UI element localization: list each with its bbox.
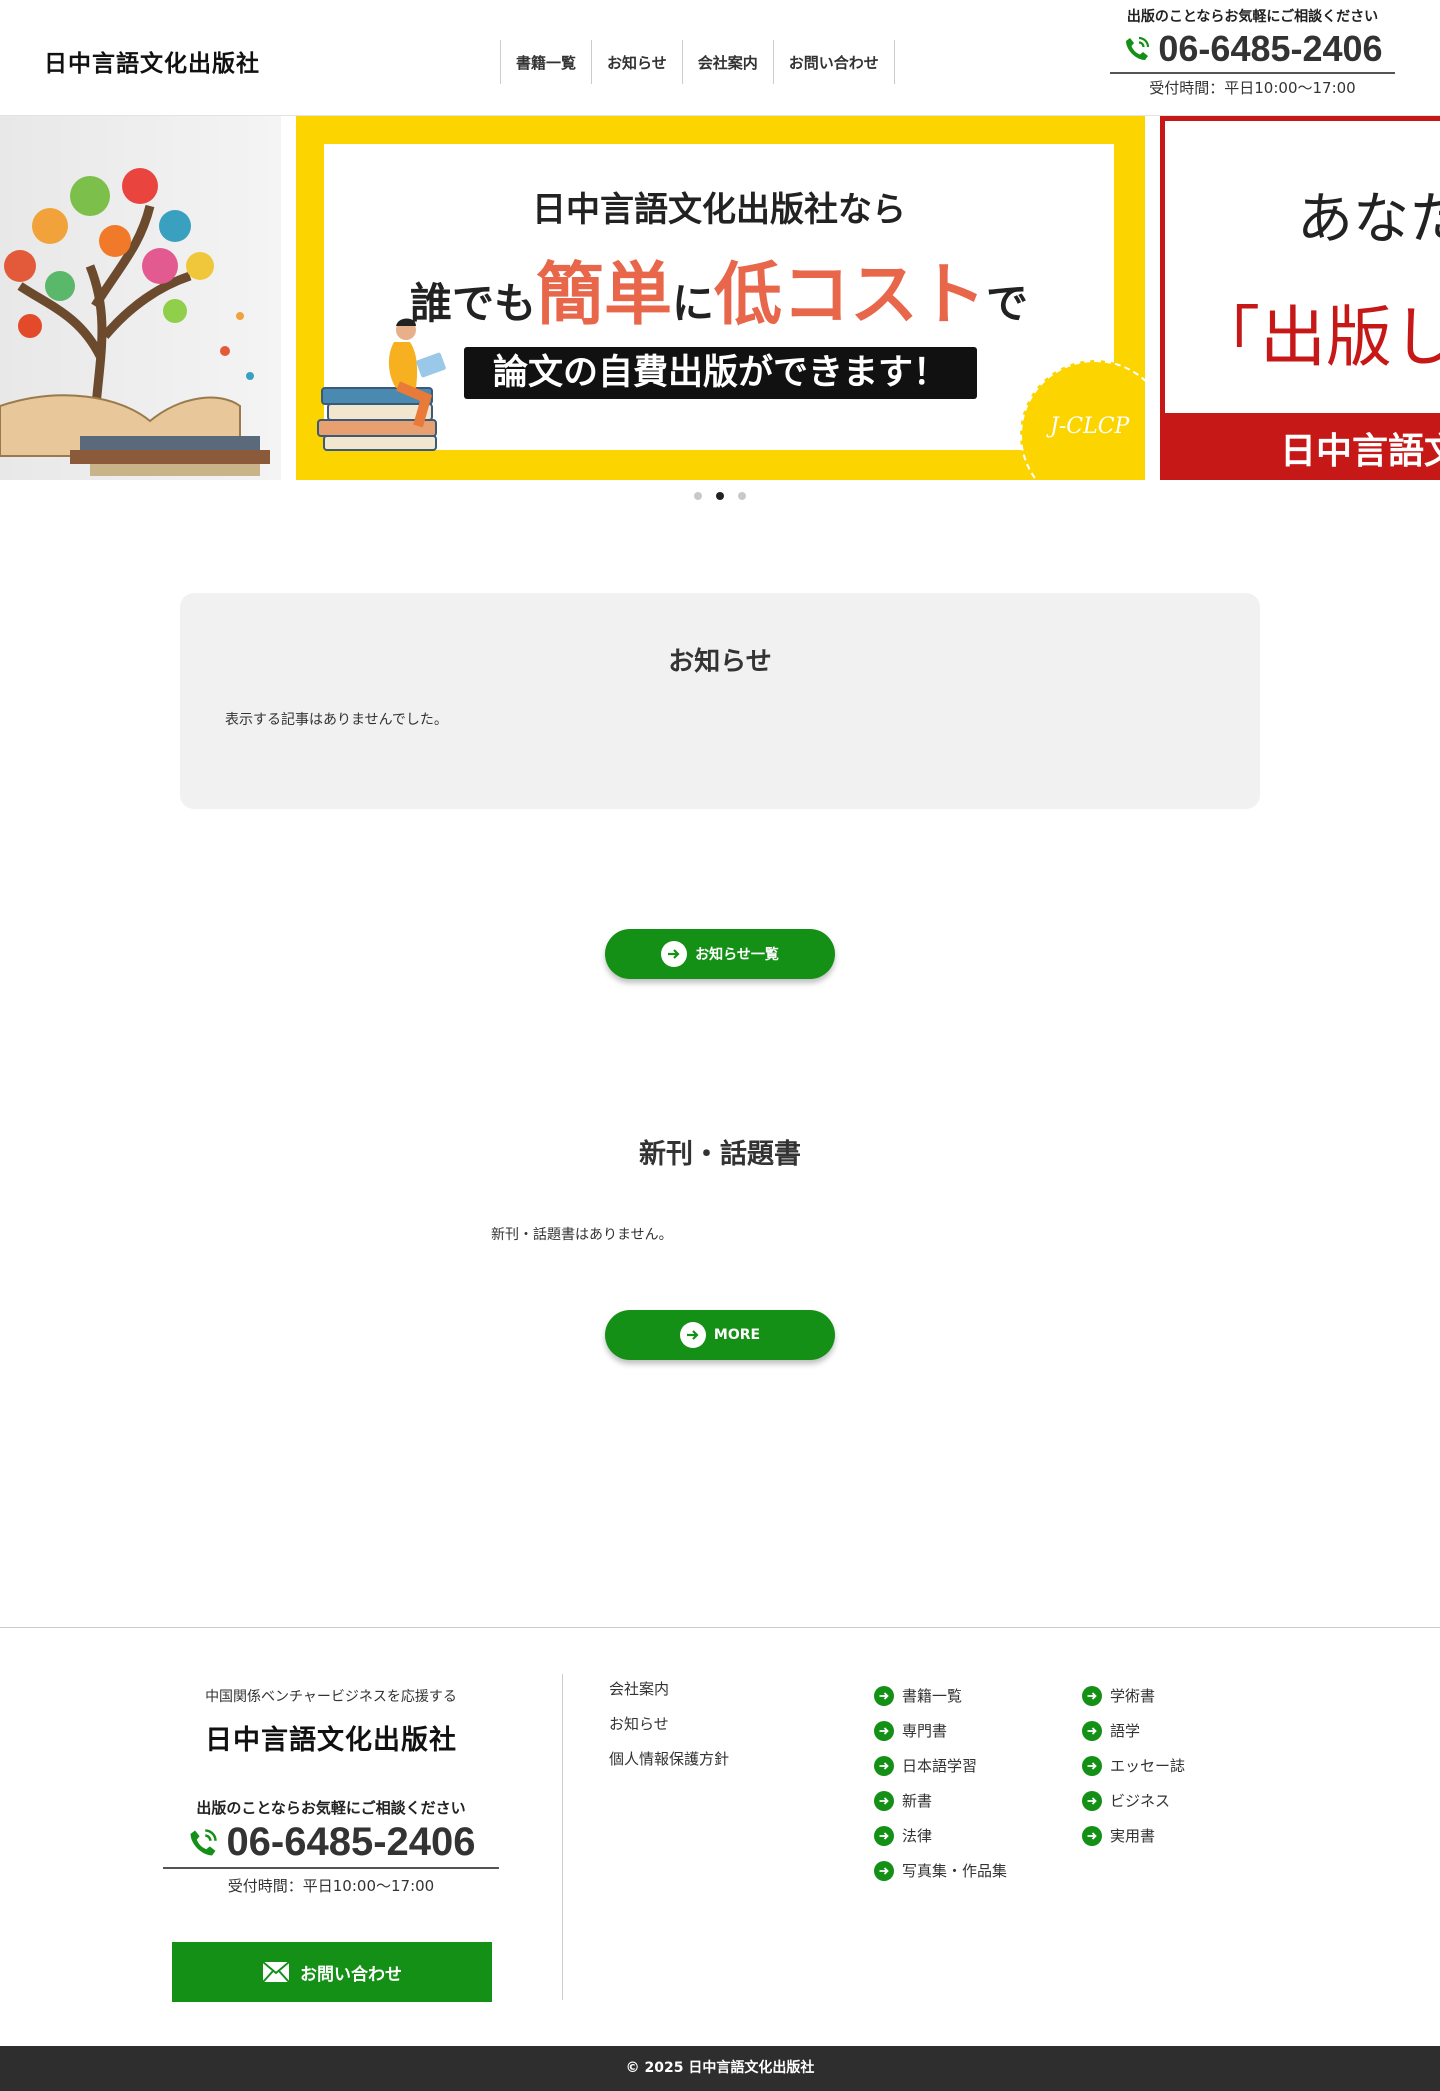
footer-cat-law[interactable]: 法律 — [874, 1818, 1007, 1853]
header-hours: 受付時間：平日10:00〜17:00 — [1149, 79, 1356, 97]
slide-main-line2-b: に — [671, 279, 714, 328]
news-empty-text: 表示する記事はありませんでした。 — [225, 712, 448, 728]
arrow-right-icon — [1082, 1790, 1102, 1811]
news-list-button-label: お知らせ一覧 — [695, 947, 779, 963]
arrow-right-icon — [1082, 1685, 1102, 1706]
footer-cat-label: 新書 — [902, 1791, 933, 1810]
header-tel-number: 06-6485-2406 — [1158, 28, 1383, 69]
arrow-right-icon — [1082, 1720, 1102, 1741]
footer-cat-japanese-study[interactable]: 日本語学習 — [874, 1748, 1007, 1783]
slide-right-line3: 日中言語文 — [1280, 431, 1440, 472]
slider-dot-2-active[interactable] — [716, 492, 724, 500]
site-logo[interactable]: 日中言語文化出版社 — [44, 44, 260, 78]
slide-right-line1: あなた — [1297, 187, 1440, 252]
nav-contact[interactable]: お問い合わせ — [774, 40, 895, 84]
slide-paper-publishing[interactable]: 日中言語文化出版社なら 誰でも簡単に低コストで 論文の自費出版ができます！ J-… — [296, 116, 1145, 480]
footer-divider — [562, 1674, 563, 2000]
footer-cat-shinsho[interactable]: 新書 — [874, 1783, 1007, 1818]
news-list-button[interactable]: お知らせ一覧 — [605, 929, 835, 979]
footer-link-company[interactable]: 会社案内 — [609, 1678, 729, 1713]
new-books-empty-text: 新刊・話題書はありません。 — [491, 1227, 673, 1243]
footer-tel[interactable]: 06-6485-2406 — [163, 1820, 499, 1869]
footer-cat-label: ビジネス — [1110, 1791, 1171, 1810]
footer-cat-label: 専門書 — [902, 1721, 948, 1740]
arrow-right-icon — [661, 941, 688, 967]
site-footer: 中国関係ベンチャービジネスを応援する 日中言語文化出版社 出版のことならお気軽に… — [0, 1627, 1440, 2046]
footer-cat-essay[interactable]: エッセー誌 — [1082, 1748, 1185, 1783]
slide-publish-dream[interactable]: あなた 「出版し 日中言語文 — [1160, 116, 1440, 480]
mail-icon — [262, 1961, 290, 1983]
footer-tagline: 中国関係ベンチャービジネスを応援する — [205, 1689, 457, 1705]
slide-right-line2: 「出版し — [1194, 299, 1440, 376]
arrow-right-icon — [874, 1825, 894, 1846]
header-tel[interactable]: 06-6485-2406 — [1110, 28, 1395, 74]
nav-books[interactable]: 書籍一覧 — [501, 40, 593, 84]
header-contact-lead: 出版のことならお気軽にご相談ください — [1126, 9, 1379, 25]
footer-cat-business[interactable]: ビジネス — [1082, 1783, 1185, 1818]
footer-cat-label: 日本語学習 — [902, 1756, 978, 1775]
footer-categories-col1: 書籍一覧 専門書 日本語学習 新書 法律 写真集・作品集 — [874, 1678, 1007, 1888]
slider-dots — [0, 492, 1440, 500]
footer-cat-label: 写真集・作品集 — [902, 1861, 1008, 1880]
clcp-badge-text: J-CLCP — [1050, 414, 1130, 439]
footer-contact-lead: 出版のことならお気軽にご相談ください — [196, 1799, 466, 1817]
footer-cat-practical[interactable]: 実用書 — [1082, 1818, 1185, 1853]
header-contact: 出版のことならお気軽にご相談ください 06-6485-2406 受付時間：平日1… — [1110, 0, 1395, 98]
footer-cat-photo[interactable]: 写真集・作品集 — [874, 1853, 1007, 1888]
footer-cat-books[interactable]: 書籍一覧 — [874, 1678, 1007, 1713]
footer-cat-label: エッセー誌 — [1110, 1756, 1186, 1775]
footer-cat-label: 実用書 — [1110, 1826, 1156, 1845]
footer-links: 会社案内 お知らせ 個人情報保護方針 — [609, 1678, 729, 1783]
footer-categories-col2: 学術書 語学 エッセー誌 ビジネス 実用書 — [1082, 1678, 1185, 1853]
news-title: お知らせ — [668, 647, 772, 677]
slide-tree-book[interactable] — [0, 116, 281, 480]
copyright-bar: © 2025 日中言語文化出版社 — [0, 2046, 1440, 2091]
tree-book-illustration — [0, 168, 270, 476]
footer-cat-academic[interactable]: 学術書 — [1082, 1678, 1185, 1713]
footer-company-block: 中国関係ベンチャービジネスを応援する 日中言語文化出版社 出版のことならお気軽に… — [163, 1628, 499, 1896]
slider-dot-1[interactable] — [694, 492, 702, 500]
hero-slider[interactable]: 日中言語文化出版社なら 誰でも簡単に低コストで 論文の自費出版ができます！ J-… — [0, 116, 1440, 480]
footer-cat-label: 語学 — [1110, 1721, 1141, 1740]
person-on-books-illustration — [317, 318, 446, 451]
footer-hours: 受付時間：平日10:00〜17:00 — [227, 1877, 435, 1895]
arrow-right-icon — [874, 1860, 894, 1881]
slide-main-line1: 日中言語文化出版社なら — [532, 190, 906, 230]
footer-contact-button[interactable]: お問い合わせ — [172, 1942, 492, 2002]
footer-link-privacy[interactable]: 個人情報保護方針 — [609, 1748, 729, 1783]
footer-cat-label: 学術書 — [1110, 1686, 1156, 1705]
slide-main-line3: 論文の自費出版ができます！ — [464, 347, 977, 399]
footer-cat-specialist[interactable]: 専門書 — [874, 1713, 1007, 1748]
phone-icon — [190, 1828, 218, 1855]
slide-main-line2-c: で — [986, 279, 1029, 328]
arrow-right-icon — [874, 1720, 894, 1741]
arrow-right-icon — [874, 1755, 894, 1776]
footer-cat-language[interactable]: 語学 — [1082, 1713, 1185, 1748]
arrow-right-icon — [874, 1790, 894, 1811]
footer-tel-number: 06-6485-2406 — [226, 1820, 476, 1864]
new-books-title: 新刊・話題書 — [639, 1139, 801, 1170]
slide-main-highlight-lowcost: 低コスト — [714, 256, 987, 335]
footer-link-news[interactable]: お知らせ — [609, 1713, 729, 1748]
arrow-right-icon — [1082, 1755, 1102, 1776]
site-header: 日中言語文化出版社 書籍一覧 お知らせ 会社案内 お問い合わせ 出版のことならお… — [0, 0, 1440, 116]
footer-cat-label: 法律 — [902, 1826, 933, 1845]
arrow-right-icon — [679, 1322, 706, 1348]
arrow-right-icon — [1082, 1825, 1102, 1846]
global-nav: 書籍一覧 お知らせ 会社案内 お問い合わせ — [500, 40, 895, 84]
footer-logo[interactable]: 日中言語文化出版社 — [163, 1718, 499, 1757]
nav-news[interactable]: お知らせ — [592, 40, 683, 84]
slider-dot-3[interactable] — [738, 492, 746, 500]
nav-company[interactable]: 会社案内 — [683, 40, 774, 84]
more-button[interactable]: MORE — [605, 1310, 835, 1360]
footer-cat-label: 書籍一覧 — [902, 1686, 963, 1705]
footer-contact-button-label: お問い合わせ — [300, 1964, 402, 1985]
slide-main-highlight-easy: 簡単 — [535, 256, 672, 335]
more-button-label: MORE — [713, 1327, 761, 1343]
arrow-right-icon — [874, 1685, 894, 1706]
phone-icon — [1126, 36, 1150, 60]
news-section: お知らせ 表示する記事はありませんでした。 — [180, 593, 1260, 809]
